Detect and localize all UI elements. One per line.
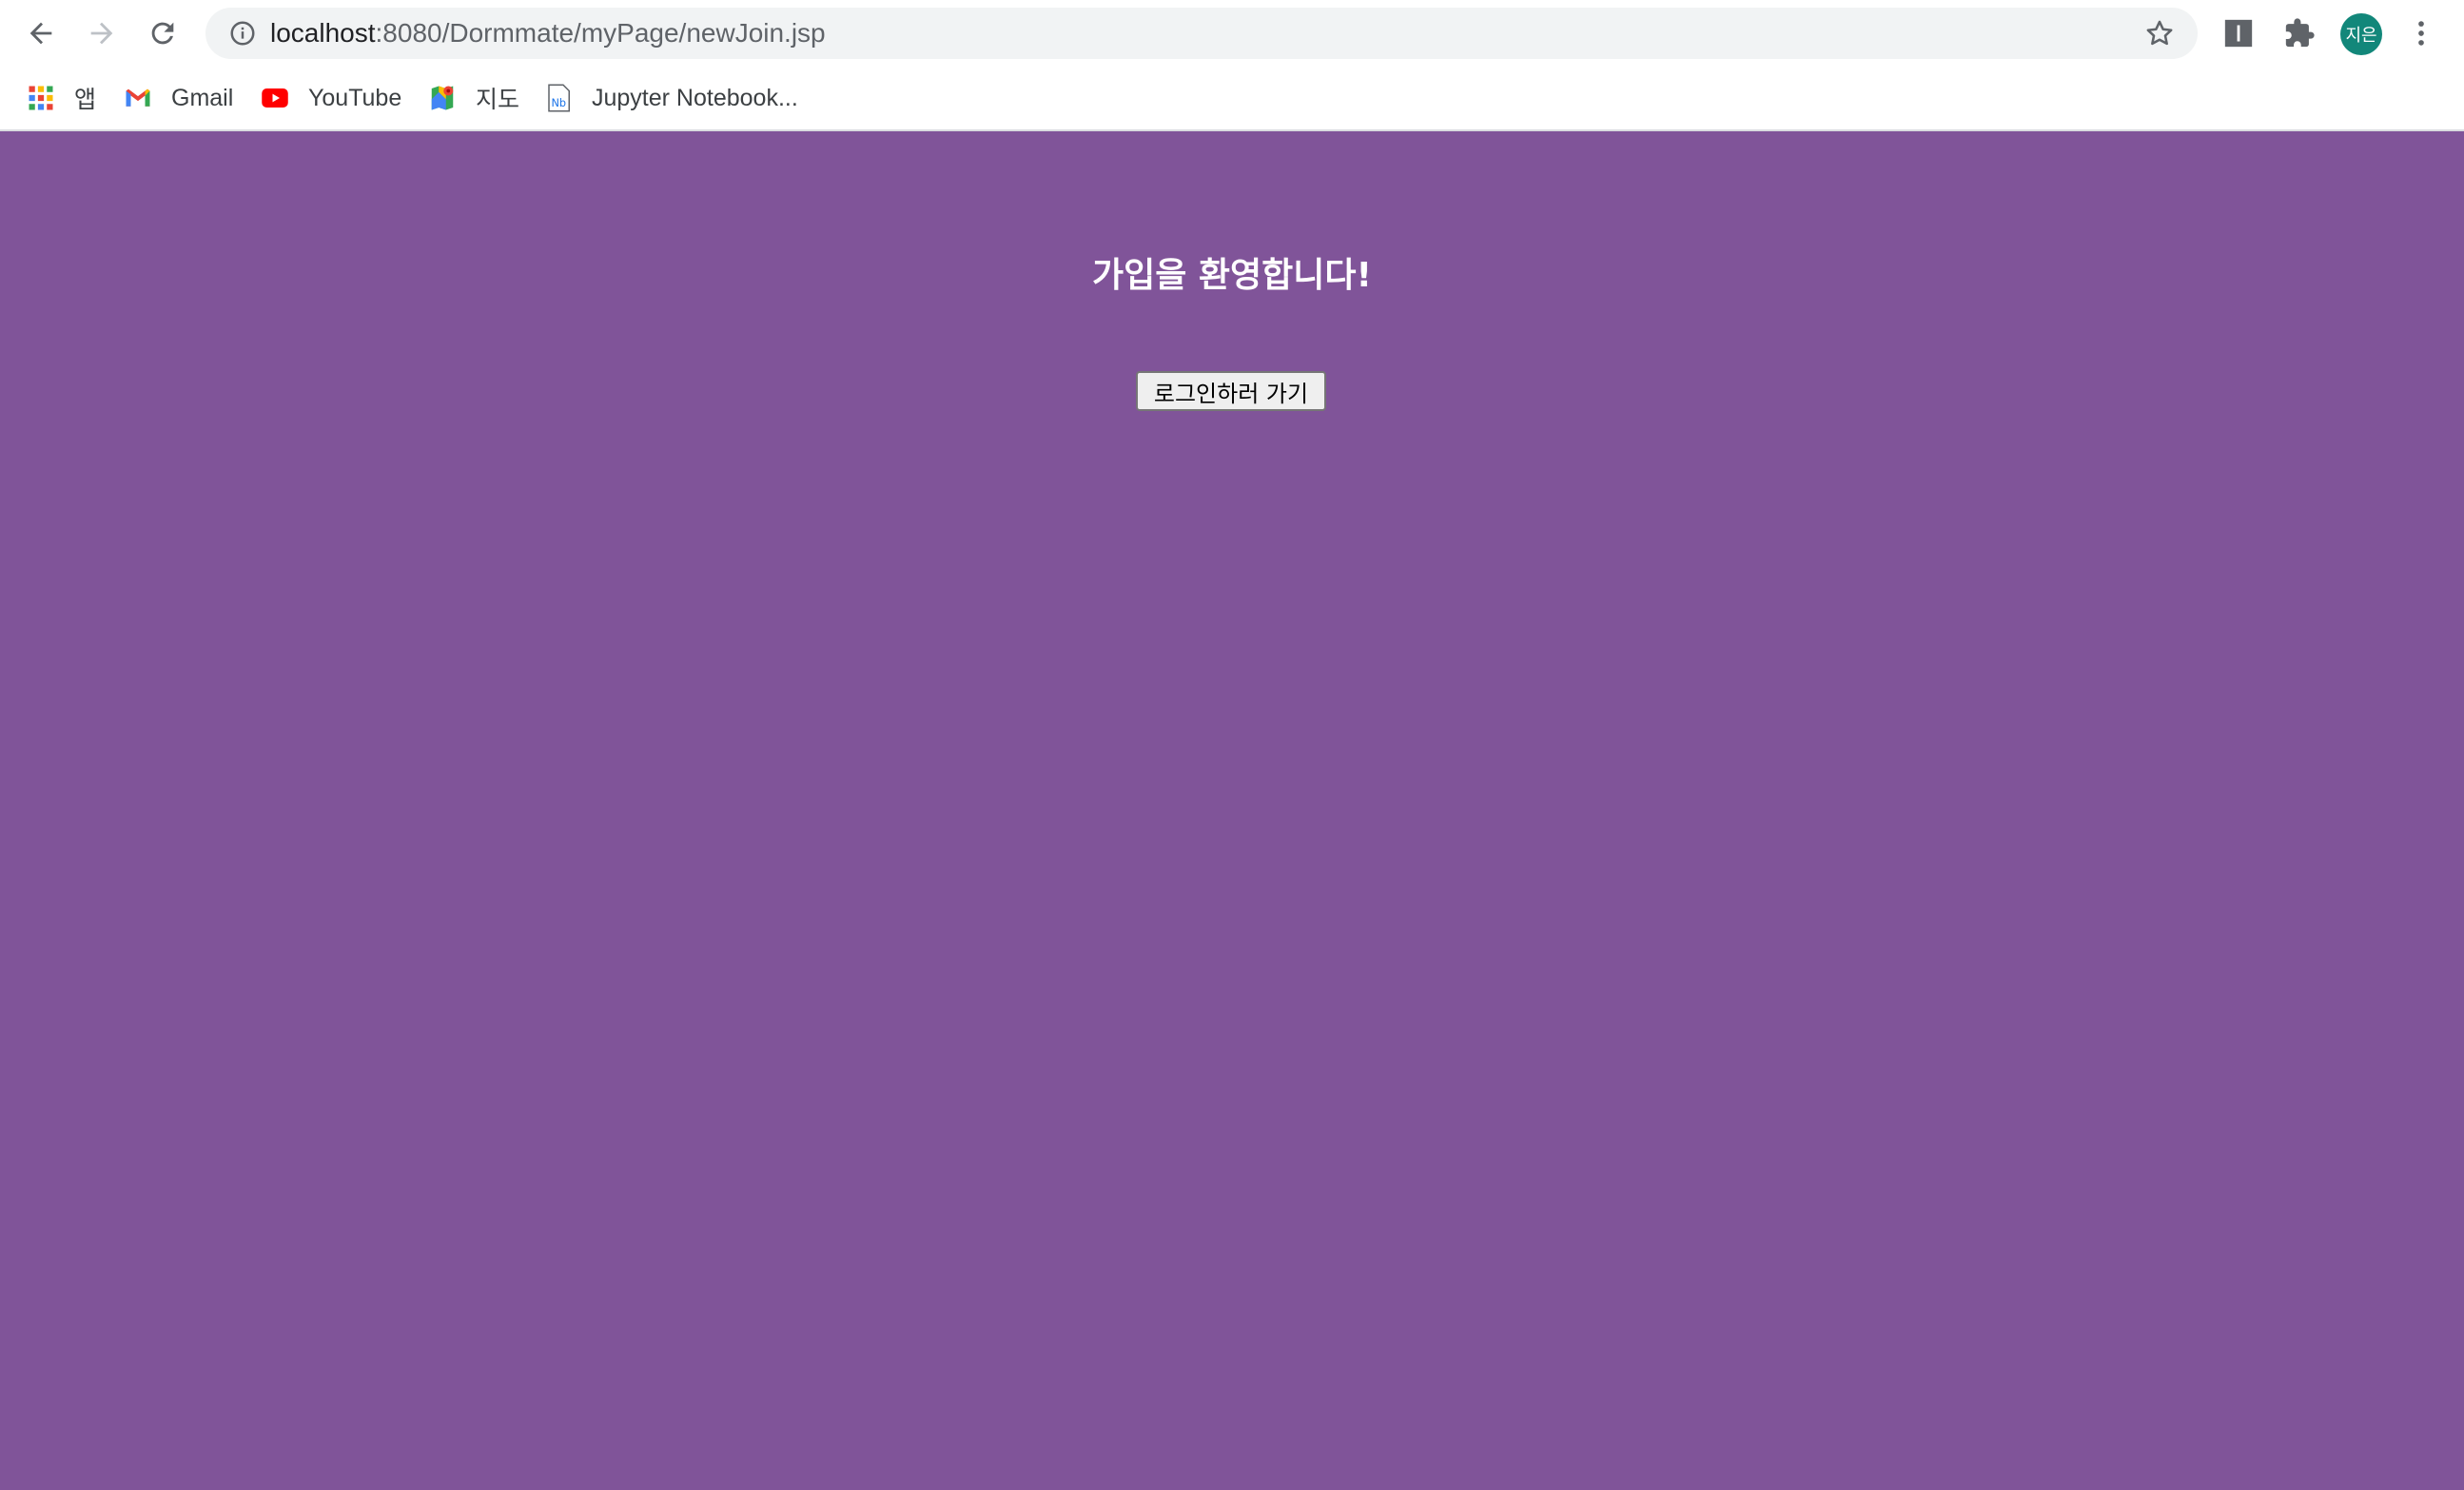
back-arrow-icon — [29, 22, 52, 45]
go-to-login-button[interactable]: 로그인하러 가기 — [1136, 371, 1326, 411]
gmail-icon — [124, 84, 152, 112]
more-menu-icon[interactable] — [2399, 11, 2443, 55]
url-path: :8080/Dormmate/myPage/newJoin.jsp — [375, 18, 826, 48]
back-button[interactable] — [17, 10, 65, 57]
extensions-puzzle-icon[interactable] — [2278, 11, 2321, 55]
profile-avatar[interactable]: 지은 — [2340, 13, 2382, 55]
reload-button[interactable] — [139, 10, 186, 57]
bookmark-jupyter[interactable]: Nb Jupyter Notebook... — [544, 76, 798, 120]
page-content: 가입을 환영합니다! 로그인하러 가기 — [0, 131, 2464, 1490]
reload-icon — [151, 22, 174, 45]
url-host: localhost — [270, 18, 376, 48]
bookmark-gmail[interactable]: Gmail — [124, 76, 233, 120]
url-text[interactable]: localhost:8080/Dormmate/myPage/newJoin.j… — [270, 8, 826, 59]
browser-window: localhost:8080/Dormmate/myPage/newJoin.j… — [0, 0, 2464, 1490]
bookmark-label: 지도 — [476, 87, 520, 113]
address-bar[interactable]: localhost:8080/Dormmate/myPage/newJoin.j… — [205, 8, 2198, 59]
bookmarks-bar: 앱 Gmail YouTube 지도 Nb Jupyter Notebook..… — [0, 67, 2464, 131]
forward-button[interactable] — [78, 10, 126, 57]
bookmark-label: Jupyter Notebook... — [592, 84, 798, 111]
reader-extension-icon[interactable] — [2217, 11, 2260, 55]
bookmark-label: 앱 — [74, 87, 97, 113]
site-info-icon[interactable] — [225, 15, 261, 51]
bookmark-label: YouTube — [308, 84, 402, 111]
bookmark-star-icon[interactable] — [2141, 14, 2179, 52]
welcome-heading: 가입을 환영합니다! — [1092, 256, 1372, 295]
bookmark-maps[interactable]: 지도 — [428, 76, 519, 120]
maps-icon — [428, 84, 457, 112]
bookmark-label: Gmail — [171, 84, 234, 111]
browser-toolbar: localhost:8080/Dormmate/myPage/newJoin.j… — [0, 0, 2464, 67]
youtube-icon — [261, 84, 289, 112]
bookmark-youtube[interactable]: YouTube — [261, 76, 401, 120]
jupyter-icon: Nb — [544, 84, 573, 112]
svg-text:Nb: Nb — [552, 97, 567, 109]
forward-arrow-icon — [90, 22, 113, 45]
apps-grid-icon — [27, 84, 55, 112]
bookmark-apps[interactable]: 앱 — [27, 76, 96, 120]
